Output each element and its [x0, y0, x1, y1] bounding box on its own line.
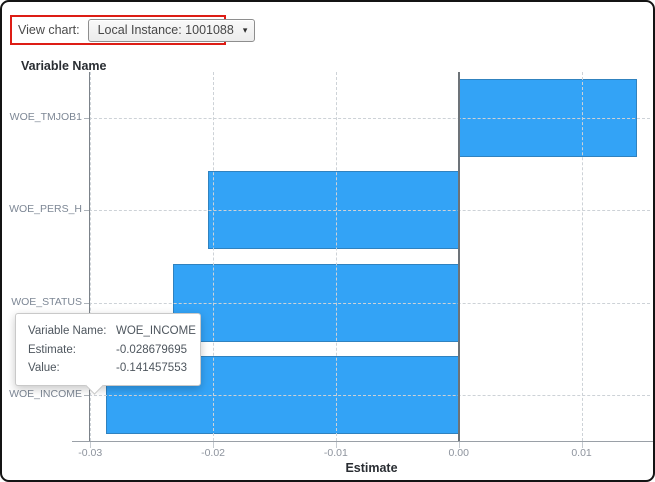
chevron-down-icon: ▾: [242, 24, 248, 35]
app-window: View chart: Local Instance: 1001088 ▾ Va…: [0, 0, 655, 482]
bar-chart-plot-area: -0.03 -0.02 -0.01 0.00 0.01: [72, 72, 653, 459]
x-tick-label: -0.03: [78, 447, 103, 459]
y-axis-title: Variable Name: [21, 59, 107, 73]
x-axis-line: [72, 441, 653, 442]
vertical-gridline: [581, 72, 583, 441]
x-tick-label: -0.02: [201, 447, 226, 459]
view-chart-highlight: View chart: Local Instance: 1001088 ▾: [10, 15, 256, 45]
x-axis-tick: [213, 442, 215, 448]
tooltip-row: Variable Name: WOE_INCOME: [28, 322, 196, 341]
x-axis-tick: [581, 442, 583, 448]
vertical-gridline: [335, 72, 337, 441]
x-axis-tick: [335, 442, 337, 448]
view-chart-dropdown-value: Local Instance: 1001088: [97, 23, 234, 37]
y-axis-labels: WOE_TMJOB1 WOE_PERS_H WOE_STATUS WOE_INCOME: [2, 72, 82, 441]
x-axis-tick: [458, 442, 460, 448]
tooltip-estimate-label: Estimate:: [28, 343, 76, 356]
tooltip-row: Estimate: -0.028679695: [28, 341, 188, 360]
horizontal-gridline: [89, 118, 650, 120]
y-category-label: WOE_TMJOB1: [9, 111, 82, 124]
chart-tooltip: Variable Name: WOE_INCOME Estimate: -0.0…: [15, 313, 201, 395]
tooltip-value-value: -0.141457553: [116, 362, 187, 374]
x-tick-label: 0.01: [571, 447, 592, 459]
y-category-label: WOE_PERS_H: [9, 203, 82, 216]
tooltip-row: Value: -0.141457553: [28, 359, 188, 378]
tooltip-value-label: Value:: [28, 362, 60, 374]
zero-baseline: [457, 72, 460, 441]
y-category-label: WOE_INCOME: [9, 387, 82, 400]
tooltip-variable-value: WOE_INCOME: [116, 325, 196, 337]
tooltip-variable-label: Variable Name:: [28, 325, 107, 337]
y-category-label: WOE_STATUS: [11, 295, 82, 308]
vertical-gridline: [213, 72, 215, 441]
x-tick-label: 0.00: [448, 447, 469, 459]
horizontal-gridline: [89, 394, 650, 396]
view-chart-label: View chart:: [18, 23, 80, 37]
horizontal-gridline: [89, 210, 650, 212]
view-chart-dropdown[interactable]: Local Instance: 1001088 ▾: [87, 18, 256, 42]
tooltip-estimate-value: -0.028679695: [116, 343, 187, 356]
x-axis-title: Estimate: [345, 461, 398, 475]
horizontal-gridline: [89, 302, 650, 304]
x-axis-tick: [90, 442, 92, 448]
x-tick-label: -0.01: [323, 447, 348, 459]
